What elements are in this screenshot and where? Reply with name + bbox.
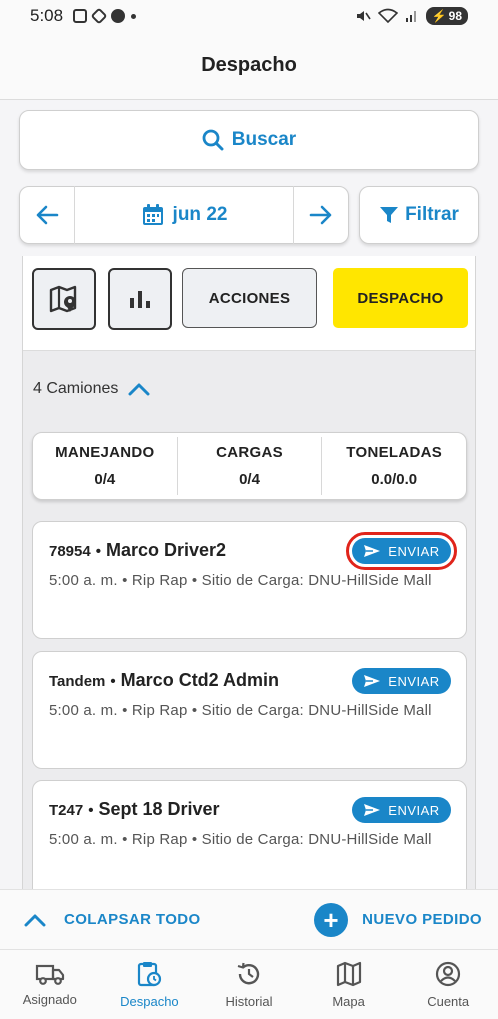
bottom-actions: COLAPSAR TODO + NUEVO PEDIDO [0,889,498,949]
map-pin-icon [49,285,77,313]
history-icon [237,962,260,985]
send-icon [364,804,381,816]
date-navigator: jun 22 [19,186,349,244]
map-icon [336,961,361,987]
separator: • [110,673,116,690]
truck-id: T247 [49,802,84,819]
battery-indicator: ⚡ 98 [425,7,468,25]
nav-historial[interactable]: Historial [199,950,299,1019]
mute-icon [356,11,371,21]
trucks-collapse-toggle[interactable]: 4 Camiones [33,380,150,398]
arrow-right-icon [309,205,332,225]
current-date: jun 22 [172,204,228,225]
nav-despacho[interactable]: Despacho [100,950,200,1019]
filter-label: Filtrar [405,204,459,225]
driver-name: Marco Driver2 [105,540,227,560]
arrow-left-icon [36,205,59,225]
send-icon [364,545,381,557]
nav-label: Asignado [22,992,77,1007]
nav-cuenta[interactable]: Cuenta [398,950,498,1019]
trucks-count: 4 Camiones [33,380,119,397]
more-notifications-icon [131,13,137,19]
trip-detail: 5:00 a. m. • Rip Rap • Sitio de Carga: D… [49,831,432,848]
nav-mapa[interactable]: Mapa [299,950,399,1019]
bottom-nav: Asignado Despacho Historial Mapa Cuenta [0,949,498,1019]
previous-date-button[interactable] [20,187,74,243]
summary-loads: CARGAS 0/4 [178,437,323,495]
truck-id: 78954 [49,543,91,560]
separator: • [95,543,101,560]
status-bar: 5:08 ⚡ 98 [0,0,498,32]
send-label: ENVIAR [388,543,440,559]
despacho-button[interactable]: DESPACHO [333,268,468,328]
send-label: ENVIAR [388,802,440,818]
trip-detail: 5:00 a. m. • Rip Rap • Sitio de Carga: D… [49,572,432,589]
chevron-up-icon [24,914,46,926]
send-button[interactable]: ENVIAR [346,532,457,570]
acciones-button[interactable]: ACCIONES [182,268,317,328]
truck-icon [35,964,64,985]
send-icon [364,675,381,687]
summary-driving: MANEJANDO 0/4 [33,437,178,495]
clipboard-clock-icon [138,962,162,987]
message-notification-icon [111,9,126,23]
calendar-icon [142,204,163,225]
stats-button[interactable] [108,268,172,330]
send-label: ENVIAR [388,673,440,689]
separator: • [88,802,94,819]
next-date-button[interactable] [294,187,348,243]
summary-tons: TONELADAS 0.0/0.0 [346,444,443,488]
gallery-notification-icon [73,9,88,23]
nav-label: Mapa [332,994,365,1009]
plus-icon: + [314,902,349,937]
new-order-button[interactable]: + NUEVO PEDIDO [314,902,482,937]
account-icon [436,961,461,987]
search-label: Buscar [231,129,297,150]
collapse-all-label: COLAPSAR TODO [64,911,201,928]
search-icon [202,129,224,151]
map-view-button[interactable] [32,268,96,330]
bar-chart-icon [130,291,150,308]
signal-icon [405,11,416,22]
new-order-label: NUEVO PEDIDO [362,911,482,928]
trip-detail: 5:00 a. m. • Rip Rap • Sitio de Carga: D… [49,702,432,719]
trip-card[interactable]: 78954 • Marco Driver2 5:00 a. m. • Rip R… [32,521,467,639]
nav-label: Cuenta [427,994,470,1009]
wifi-icon [377,8,398,24]
filter-button[interactable]: Filtrar [359,186,479,244]
panel-toolbar: ACCIONES DESPACHO [23,256,475,351]
collapse-all-button[interactable]: COLAPSAR TODO [24,911,201,928]
page-title: Despacho [201,54,297,76]
app-notification-icon [90,7,108,25]
app-header: Despacho [0,32,498,100]
date-picker-button[interactable]: jun 22 [75,203,293,227]
trip-card[interactable]: T247 • Sept 18 Driver 5:00 a. m. • Rip R… [32,780,467,896]
driver-name: Sept 18 Driver [98,799,220,819]
filter-icon [380,207,399,223]
dispatch-summary: MANEJANDO 0/4 CARGAS 0/4 TONELADAS 0.0/0… [32,432,467,500]
search-button[interactable]: Buscar [19,110,479,170]
truck-id: Tandem [49,673,106,690]
driver-name: Marco Ctd2 Admin [120,670,280,690]
dispatch-panel: ACCIONES DESPACHO 4 Camiones MANEJANDO 0… [22,256,476,896]
send-button[interactable]: ENVIAR [352,668,451,694]
send-button[interactable]: ENVIAR [352,797,451,823]
nav-asignado[interactable]: Asignado [0,950,100,1019]
chevron-up-icon [128,383,150,396]
trip-card[interactable]: Tandem • Marco Ctd2 Admin 5:00 a. m. • R… [32,651,467,769]
status-time: 5:08 [30,6,64,25]
nav-label: Despacho [120,994,179,1009]
nav-label: Historial [225,994,273,1009]
charging-icon: ⚡ [431,9,447,23]
